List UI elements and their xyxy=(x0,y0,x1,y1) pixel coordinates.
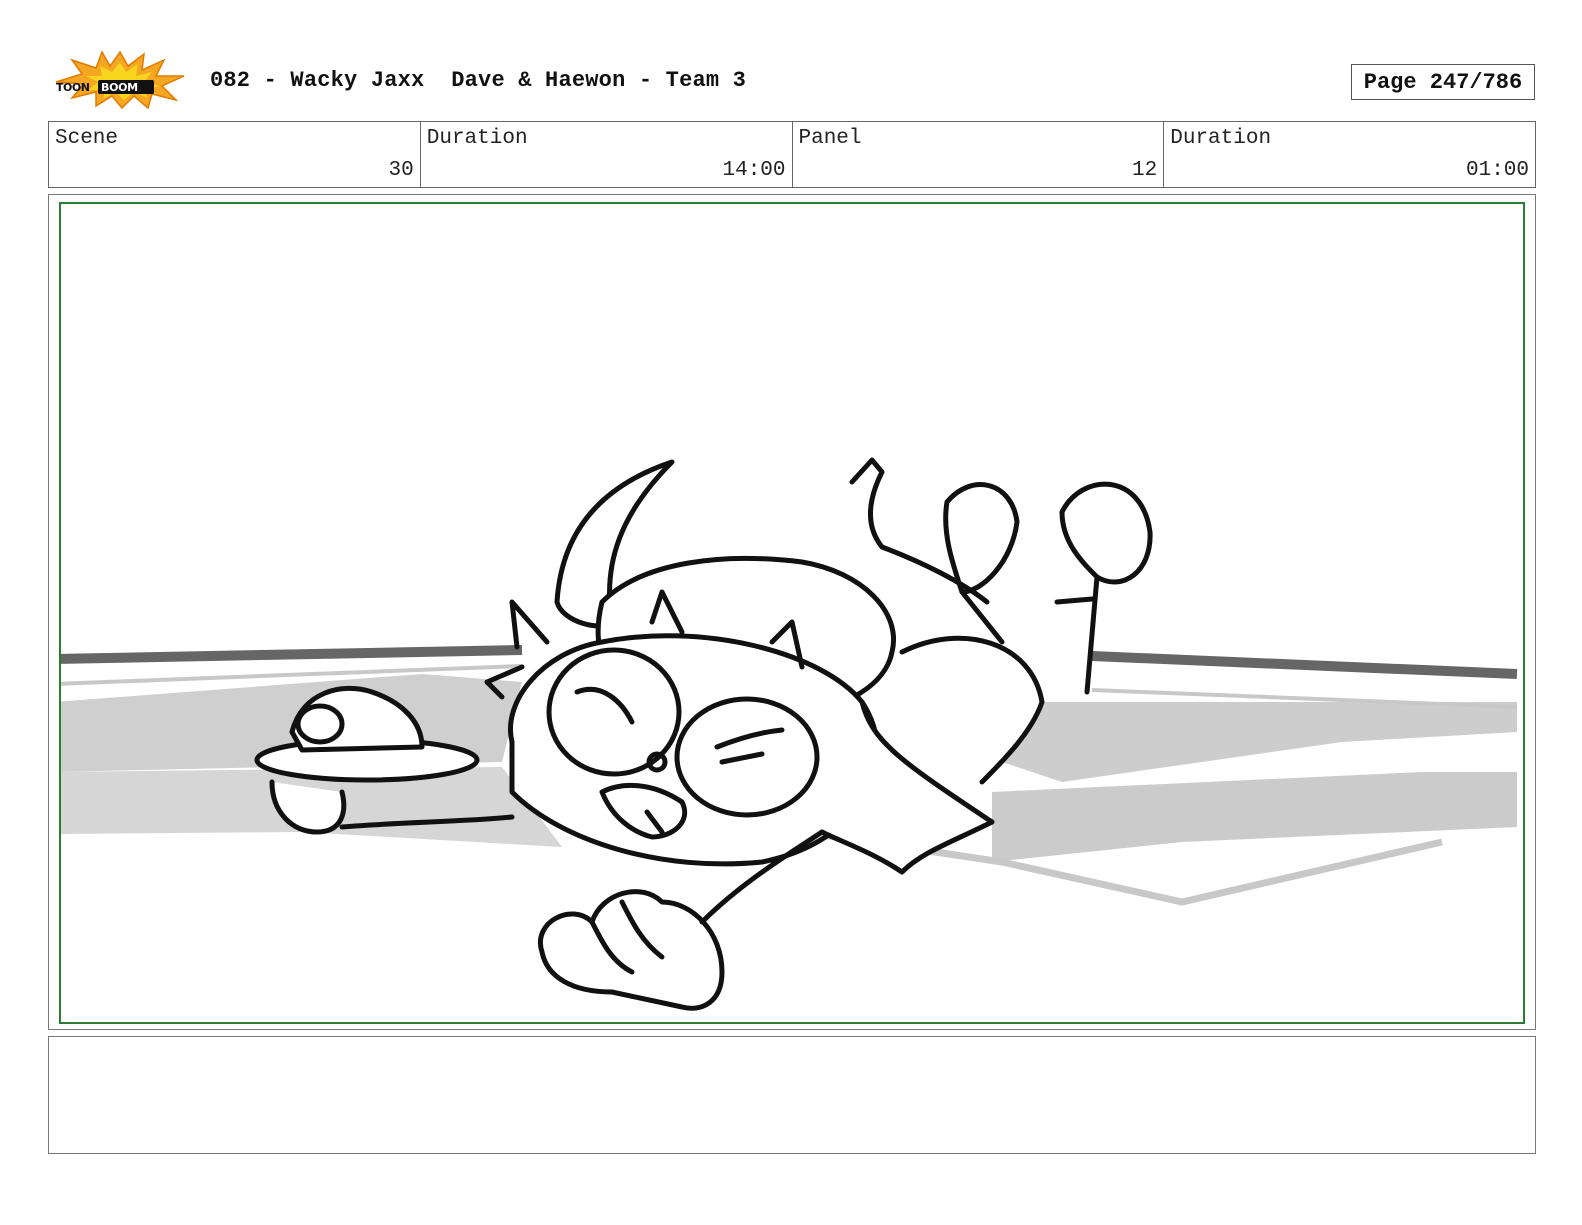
document-title: 082 - Wacky Jaxx Dave & Haewon - Team 3 xyxy=(210,68,747,93)
panel-duration-value: 01:00 xyxy=(1465,159,1529,182)
storyboard-info-row: Scene 30 Duration 14:00 Panel 12 Duratio… xyxy=(48,121,1536,188)
toon-boom-logo-icon: TOON BOOM xyxy=(52,50,188,110)
scene-duration-cell: Duration 14:00 xyxy=(421,122,793,187)
panel-label: Panel xyxy=(798,127,862,150)
panel-cell: Panel 12 xyxy=(793,122,1165,187)
character-sketch xyxy=(254,457,1153,1011)
storyboard-panel xyxy=(59,202,1525,1024)
scene-value: 30 xyxy=(388,159,414,182)
scene-label: Scene xyxy=(55,127,119,150)
storyboard-sketch xyxy=(61,457,1518,1011)
scene-duration-label: Duration xyxy=(426,127,528,150)
scene-duration-value: 14:00 xyxy=(722,159,786,182)
panel-duration-cell: Duration 01:00 xyxy=(1164,122,1535,187)
page-indicator: Page 247/786 xyxy=(1351,64,1535,100)
svg-text:TOON: TOON xyxy=(56,81,90,94)
scene-cell: Scene 30 xyxy=(49,122,421,187)
svg-text:BOOM: BOOM xyxy=(101,81,138,94)
panel-duration-label: Duration xyxy=(1170,127,1272,150)
panel-value: 12 xyxy=(1132,159,1158,182)
panel-notes-box xyxy=(48,1036,1536,1154)
